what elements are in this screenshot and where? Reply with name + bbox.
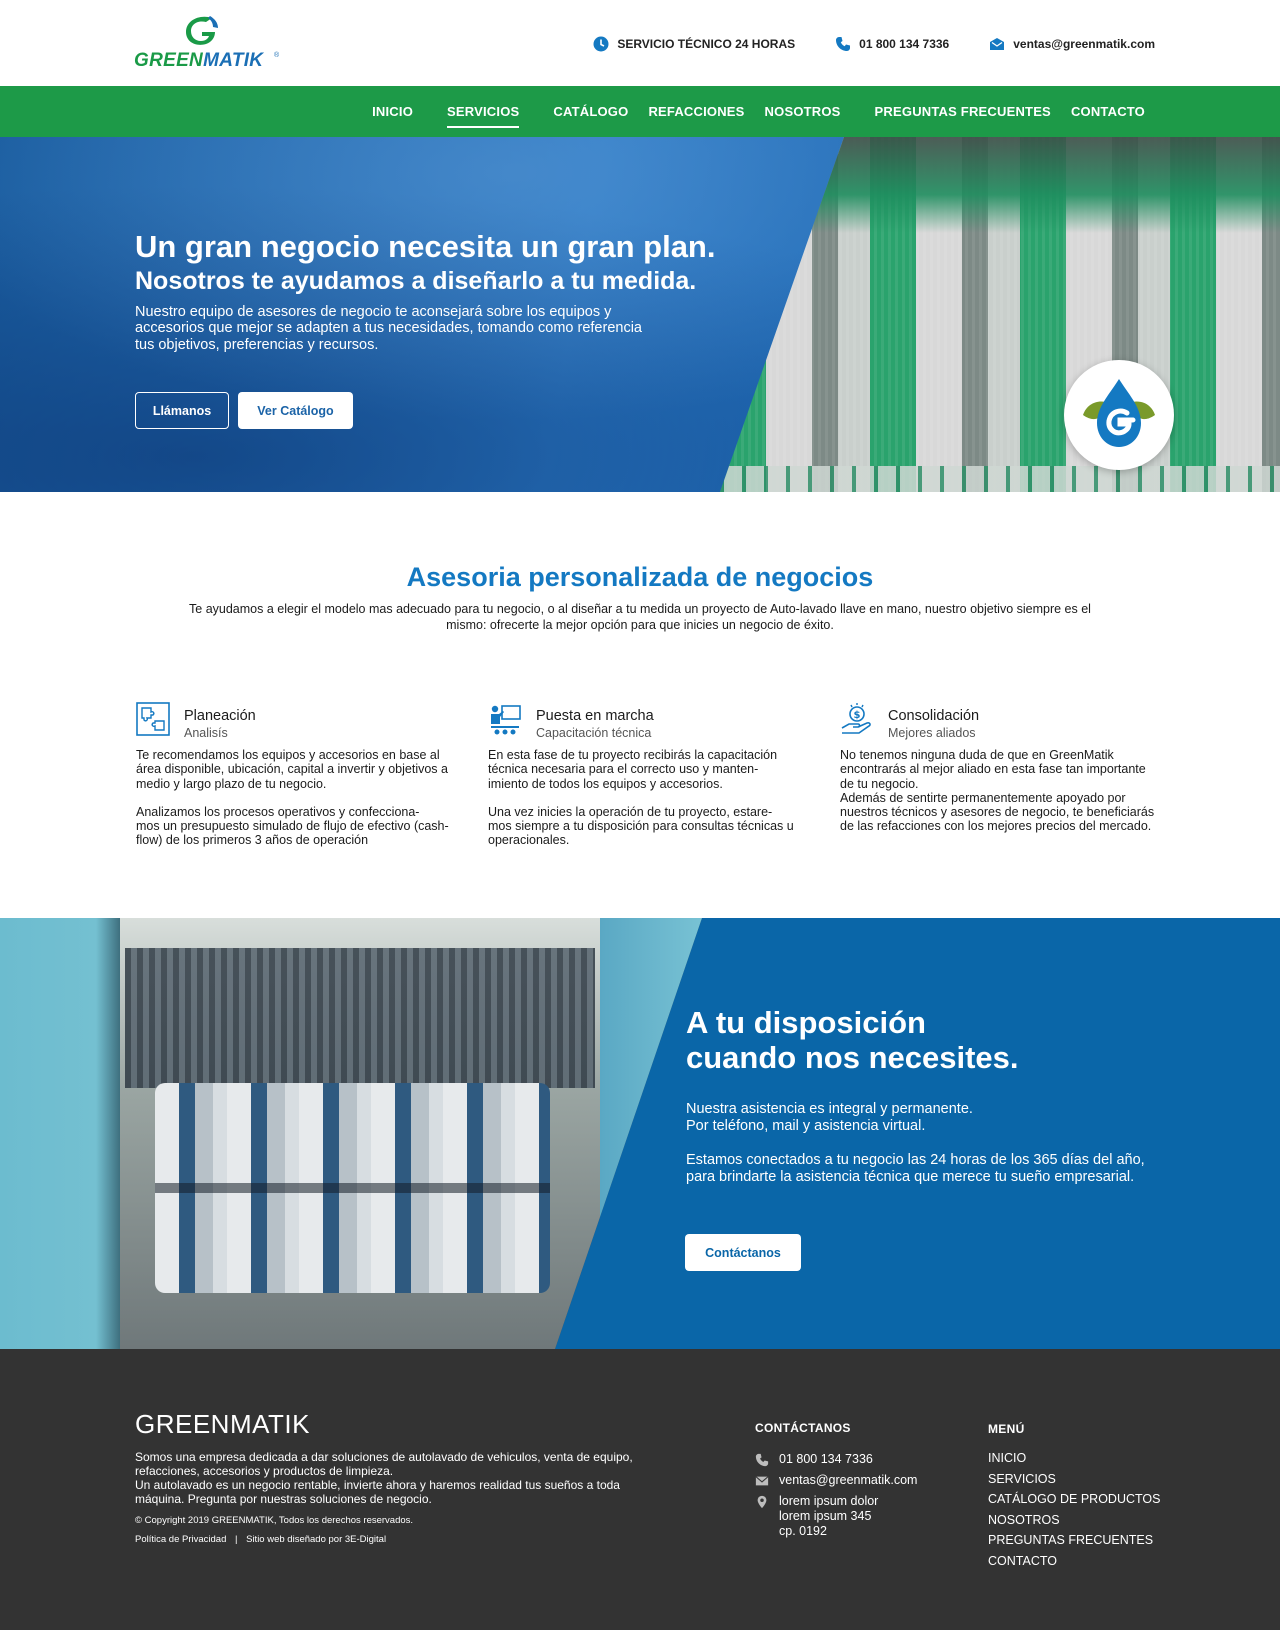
service-hours: SERVICIO TÉCNICO 24 HORAS — [593, 36, 795, 52]
photo-roller-brush — [155, 1083, 550, 1293]
availability-title-line1: A tu disposición — [686, 1005, 926, 1040]
top-contacts: SERVICIO TÉCNICO 24 HORAS 01 800 134 733… — [593, 36, 1155, 52]
column-title: Planeación — [184, 708, 256, 724]
column-header: $ Consolidación Mejores aliados — [840, 702, 1192, 748]
footer-menu-item-inicio[interactable]: INICIO — [988, 1448, 1160, 1469]
column-paragraph: Una vez inicies la operación de tu proye… — [488, 804, 794, 848]
footer-about: Somos una empresa dedicada a dar solucio… — [135, 1450, 633, 1507]
column-paragraph: Analizamos los procesos operativos y con… — [136, 804, 449, 848]
footer-brand: GREENMATIK — [135, 1409, 310, 1439]
availability-section: A tu disposición cuando nos necesites. N… — [0, 918, 1280, 1349]
footer-menu-heading: MENÚ — [988, 1422, 1025, 1436]
footer-phone[interactable]: 01 800 134 7336 — [755, 1452, 917, 1467]
top-email[interactable]: ventas@greenmatik.com — [989, 36, 1155, 52]
advisory-column-consolidacion: $ Consolidación Mejores aliados No tenem… — [840, 702, 1192, 848]
footer-menu-item-catalogo[interactable]: CATÁLOGO DE PRODUCTOS — [988, 1489, 1160, 1510]
mail-icon — [755, 1476, 769, 1486]
footer-menu-item-contacto[interactable]: CONTACTO — [988, 1551, 1160, 1572]
logo-wordmark: GREENMATIK — [134, 50, 264, 71]
availability-paragraph-1: Nuestra asistencia es integral y permane… — [686, 1101, 973, 1135]
logo-g-icon — [186, 16, 218, 45]
legal-separator: | — [235, 1534, 238, 1545]
footer-legal: Política de Privacidad | Sitio web diseñ… — [135, 1534, 386, 1545]
nav-item-refacciones[interactable]: REFACCIONES — [638, 104, 754, 119]
nav-item-servicios[interactable]: SERVICIOS — [437, 104, 529, 128]
hero-text: Nuestro equipo de asesores de negocio te… — [135, 303, 642, 354]
footer-address-text: lorem ipsum dolor lorem ipsum 345 cp. 01… — [779, 1494, 879, 1538]
advisory-lead: Te ayudamos a elegir el modelo mas adecu… — [189, 602, 1091, 632]
service-hours-label: SERVICIO TÉCNICO 24 HORAS — [617, 37, 796, 51]
footer-address: lorem ipsum dolor lorem ipsum 345 cp. 01… — [755, 1494, 917, 1539]
footer-phone-number: 01 800 134 7336 — [779, 1452, 873, 1466]
footer-contact-heading: CONTÁCTANOS — [755, 1421, 851, 1435]
greenmatik-logo[interactable]: GREENMATIK ® — [134, 14, 284, 74]
clock-icon — [593, 36, 609, 52]
top-email-address: ventas@greenmatik.com — [1013, 37, 1155, 51]
advisory-columns: Planeación Analisís Te recomendamos los … — [136, 702, 1192, 848]
footer: GREENMATIK Somos una empresa dedicada a … — [0, 1349, 1280, 1630]
hero-copy: Un gran negocio necesita un gran plan. N… — [135, 229, 715, 354]
advisory-section: Asesoria personalizada de negocios Te ay… — [0, 492, 1280, 918]
phone-icon — [755, 1453, 769, 1467]
footer-copyright: © Copyright 2019 GREENMATIK, Todos los d… — [135, 1515, 414, 1526]
credits-link[interactable]: Sitio web diseñado por 3E-Digital — [246, 1534, 386, 1545]
greenmatik-drop-badge — [1064, 360, 1174, 470]
column-subtitle: Mejores aliados — [888, 726, 976, 740]
nav-item-catalogo[interactable]: CATÁLOGO — [543, 104, 638, 119]
svg-text:$: $ — [854, 710, 861, 721]
nav-item-nosotros[interactable]: NOSOTROS — [755, 104, 851, 119]
availability-copy: A tu disposición cuando nos necesites. N… — [686, 1005, 1146, 1186]
column-title: Puesta en marcha — [536, 708, 654, 724]
advisory-column-puesta-en-marcha: Puesta en marcha Capacitación técnica En… — [488, 702, 840, 848]
footer-email[interactable]: ventas@greenmatik.com — [755, 1473, 917, 1488]
puzzle-icon — [136, 702, 170, 736]
footer-contact: CONTÁCTANOS 01 800 134 7336 ventas@green… — [755, 1421, 917, 1539]
hero-banner: Un gran negocio necesita un gran plan. N… — [0, 137, 1280, 492]
column-paragraph: En esta fase de tu proyecto recibirás la… — [488, 748, 778, 791]
hero-title: Un gran negocio necesita un gran plan. — [135, 229, 716, 264]
money-hand-icon: $ — [841, 703, 871, 734]
footer-email-address: ventas@greenmatik.com — [779, 1473, 918, 1487]
catalog-button[interactable]: Ver Catálogo — [238, 392, 353, 429]
contact-button[interactable]: Contáctanos — [685, 1234, 801, 1271]
phone-icon — [836, 37, 851, 51]
column-title: Consolidación — [888, 708, 980, 724]
call-button[interactable]: Llámanos — [135, 392, 229, 429]
availability-title: A tu disposición cuando nos necesites. — [686, 1005, 1146, 1075]
training-icon — [491, 705, 521, 735]
column-paragraph: No tenemos ninguna duda de que en GreenM… — [840, 748, 1155, 834]
privacy-link[interactable]: Política de Privacidad — [135, 1534, 226, 1545]
footer-menu-item-servicios[interactable]: SERVICIOS — [988, 1469, 1160, 1490]
availability-paragraph-2: Estamos conectados a tu negocio las 24 h… — [686, 1152, 1145, 1186]
column-paragraph: Te recomendamos los equipos y accesorios… — [136, 748, 448, 791]
column-subtitle: Analisís — [184, 726, 228, 740]
hero-brushes-rail — [720, 466, 1280, 492]
advisory-column-planeacion: Planeación Analisís Te recomendamos los … — [136, 702, 488, 848]
footer-menu-item-nosotros[interactable]: NOSOTROS — [988, 1510, 1160, 1531]
hero-buttons: Llámanos Ver Catálogo — [135, 392, 353, 429]
nav-item-inicio[interactable]: INICIO — [362, 104, 423, 119]
main-nav: INICIO SERVICIOS CATÁLOGO REFACCIONES NO… — [0, 86, 1280, 137]
top-phone-number: 01 800 134 7336 — [859, 37, 950, 51]
availability-title-line2: cuando nos necesites. — [686, 1039, 1019, 1075]
water-drop-leaf-icon — [1083, 379, 1155, 447]
top-bar: GREENMATIK ® SERVICIO TÉCNICO 24 HORAS 0… — [0, 0, 1280, 86]
photo-wall-left — [0, 918, 120, 1349]
nav-item-preguntas-frecuentes[interactable]: PREGUNTAS FRECUENTES — [865, 104, 1061, 119]
footer-menu-item-preguntas-frecuentes[interactable]: PREGUNTAS FRECUENTES — [988, 1530, 1160, 1551]
hero-subtitle: Nosotros te ayudamos a diseñarlo a tu me… — [135, 266, 697, 295]
column-subtitle: Capacitación técnica — [536, 726, 652, 740]
logo-registered-mark: ® — [274, 52, 280, 59]
nav-item-contacto[interactable]: CONTACTO — [1061, 104, 1155, 119]
column-header: Puesta en marcha Capacitación técnica — [488, 702, 840, 748]
column-header: Planeación Analisís — [136, 702, 488, 748]
top-phone[interactable]: 01 800 134 7336 — [835, 36, 949, 52]
location-pin-icon — [757, 1495, 767, 1509]
footer-menu: MENÚ INICIO SERVICIOS CATÁLOGO DE PRODUC… — [988, 1422, 1160, 1571]
mail-icon — [990, 38, 1005, 50]
photo-upper-brushes — [125, 948, 595, 1088]
advisory-title: Asesoria personalizada de negocios — [406, 562, 874, 592]
carwash-brush-photo — [0, 918, 702, 1349]
